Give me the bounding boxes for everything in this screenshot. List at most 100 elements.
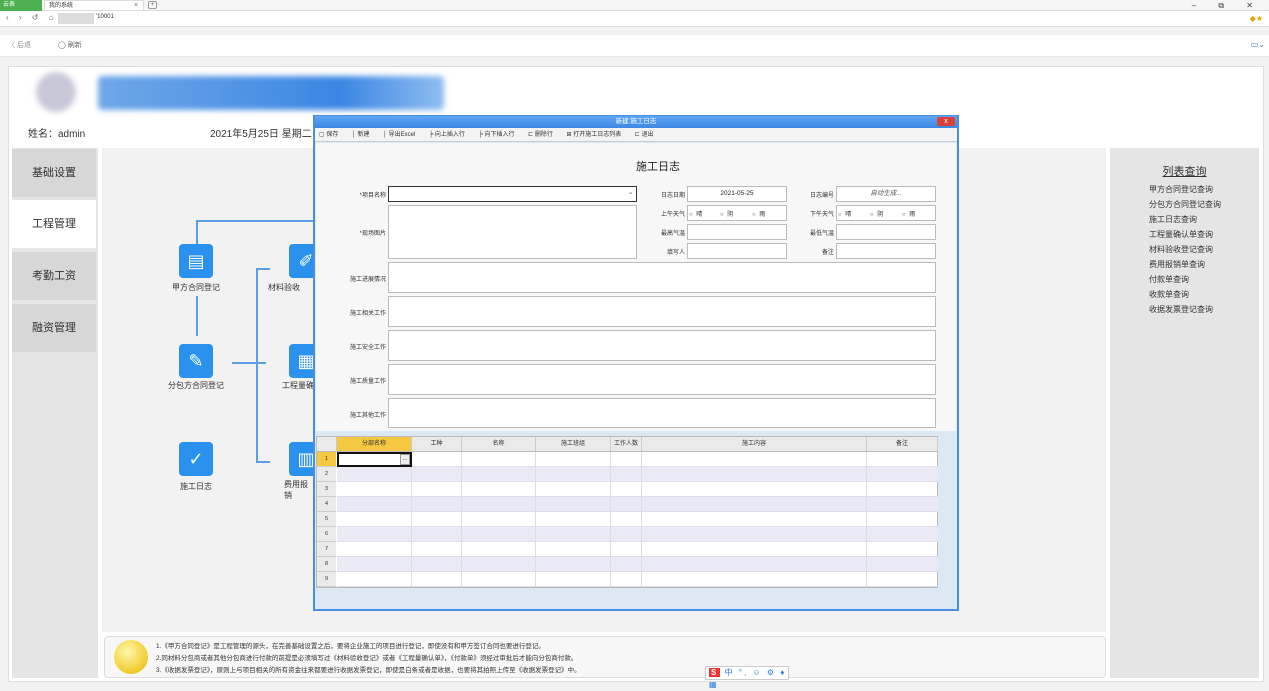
progress-label: 施工进展情况 <box>349 277 386 283</box>
grid-header[interactable]: 分部名称 <box>337 437 412 452</box>
log-date-field[interactable]: 2021-05-25 <box>687 186 787 202</box>
log-no-field[interactable]: 自动生成... <box>836 186 936 202</box>
grid-header[interactable]: 施工班组 <box>536 437 611 452</box>
grid-col-line <box>866 452 867 587</box>
sidebar-item-basic[interactable]: 基础设置 <box>12 149 96 197</box>
table-row[interactable] <box>337 467 938 482</box>
flow-label-material[interactable]: 材料验收 <box>268 282 314 293</box>
export-excel-button[interactable]: │ 导出Excel <box>383 132 421 138</box>
tip-line-3: 3.《收据发票登记》，原则上与项目相关的所有资金往来都要进行收据发票登记，即使是… <box>156 667 581 674</box>
active-tab[interactable]: 我的系统 <box>44 0 144 11</box>
flow-label-party-a[interactable]: 甲方合同登记 <box>156 282 236 293</box>
query-link[interactable]: 分包方合同登记查询 <box>1149 199 1221 210</box>
query-link[interactable]: 施工日志查询 <box>1149 214 1197 225</box>
row-number[interactable]: 8 <box>317 557 336 572</box>
document-check-icon[interactable]: ✓ <box>179 442 213 476</box>
author-field[interactable] <box>687 243 787 259</box>
new-button[interactable]: │ 新建 <box>352 132 375 138</box>
row-number[interactable]: 3 <box>317 482 336 497</box>
pm-weather-sunny[interactable]: ○ 晴 <box>838 209 852 218</box>
grid-header[interactable]: 施工内容 <box>642 437 867 452</box>
menu-icon[interactable]: ▭⌄ <box>1251 40 1265 49</box>
save-button[interactable]: ▢ 保存 <box>319 132 344 138</box>
table-row[interactable] <box>337 452 938 467</box>
query-link[interactable]: 工程量确认单查询 <box>1149 229 1213 240</box>
grid-header[interactable]: 工作人数 <box>611 437 642 452</box>
query-link[interactable]: 费用报销单查询 <box>1149 259 1205 270</box>
sidebar-item-finance[interactable]: 融资管理 <box>12 304 96 352</box>
query-link[interactable]: 甲方合同登记查询 <box>1149 184 1213 195</box>
table-row[interactable] <box>337 512 938 527</box>
document-edit-icon[interactable]: ✎ <box>179 344 213 378</box>
query-link[interactable]: 收据发票登记查询 <box>1149 304 1213 315</box>
table-row[interactable] <box>337 557 938 572</box>
other-work-field[interactable] <box>388 398 936 428</box>
open-list-button[interactable]: ⊞ 打开施工日志列表 <box>567 132 628 138</box>
document-plus-icon[interactable]: ▤ <box>179 244 213 278</box>
dialog-toolbar: ▢ 保存 │ 新建 │ 导出Excel ╞ 向上插入行 ╞ 向下插入行 ⊏ 删除… <box>315 128 957 142</box>
flow-label-quantity[interactable]: 工程量确 <box>282 380 314 391</box>
grid-header[interactable]: 工种 <box>412 437 462 452</box>
nav-arrows-icon[interactable]: ‹ › ↺ ⌂ <box>6 13 58 22</box>
row-number[interactable]: 6 <box>317 527 336 542</box>
back-button[interactable]: 〈 后退 <box>8 40 31 50</box>
sidebar-item-project[interactable]: 工程管理 <box>12 200 96 248</box>
flow-connector <box>196 220 316 222</box>
row-number[interactable]: 9 <box>317 572 336 587</box>
dialog-close-button[interactable]: x <box>937 117 955 126</box>
query-link[interactable]: 付款单查询 <box>1149 274 1189 285</box>
url-redacted[interactable] <box>58 13 94 24</box>
grid-header[interactable]: 名称 <box>462 437 536 452</box>
row-number[interactable]: 5 <box>317 512 336 527</box>
app-tab[interactable]: 云表 <box>0 0 42 11</box>
pm-weather-cloudy[interactable]: ○ 阴 <box>870 209 884 218</box>
table-row[interactable] <box>337 482 938 497</box>
min-temp-field[interactable] <box>836 224 936 240</box>
am-weather-label: 上午天气 <box>660 212 685 218</box>
quality-work-field[interactable] <box>388 364 936 395</box>
extension-icon[interactable]: ◆★ <box>1250 14 1263 23</box>
row-number[interactable]: 7 <box>317 542 336 557</box>
progress-field[interactable] <box>388 262 936 293</box>
safety-work-field[interactable] <box>388 330 936 361</box>
insert-above-button[interactable]: ╞ 向上插入行 <box>429 132 471 138</box>
refresh-button[interactable]: ◯ 刷新 <box>58 40 82 50</box>
row-number[interactable]: 4 <box>317 497 336 512</box>
sidebar-item-attendance[interactable]: 考勤工资 <box>12 252 96 300</box>
ime-toolbar[interactable]: S 中 °, ☺ ⚙ ♦ ▦ <box>705 666 789 689</box>
flow-label-expense[interactable]: 费用报销 <box>284 479 314 501</box>
project-name-select[interactable] <box>388 186 637 202</box>
site-photo-field[interactable] <box>388 205 637 259</box>
cell-picker-button[interactable]: ... <box>400 454 410 465</box>
delete-row-button[interactable]: ⊏ 删除行 <box>528 132 559 138</box>
close-tab-icon[interactable]: × <box>134 0 138 11</box>
tip-line-2: 2.同材料分包商或者其他分包商进行付款的前提是必须填写过《材料验收登记》或者《工… <box>156 655 578 662</box>
max-temp-field[interactable] <box>687 224 787 240</box>
row-number[interactable]: 2 <box>317 467 336 482</box>
new-tab-button[interactable]: + <box>148 1 157 9</box>
flow-label-log[interactable]: 施工日志 <box>156 481 236 492</box>
exit-button[interactable]: ⊏ 退出 <box>635 132 660 138</box>
url-text[interactable]: '10001 <box>96 14 114 20</box>
related-work-field[interactable] <box>388 296 936 327</box>
query-link[interactable]: 收款单查询 <box>1149 289 1189 300</box>
window-controls[interactable]: – ⧉ ✕ <box>1192 1 1263 11</box>
table-row[interactable] <box>337 572 938 587</box>
min-temp-label: 最低气温 <box>809 231 834 237</box>
table-row[interactable] <box>337 542 938 557</box>
grid-col-line <box>535 452 536 587</box>
am-weather-rain[interactable]: ○ 雨 <box>752 209 766 218</box>
table-row[interactable] <box>337 527 938 542</box>
query-link[interactable]: 材料验收登记查询 <box>1149 244 1213 255</box>
grid-col-line <box>610 452 611 587</box>
table-row[interactable] <box>337 497 938 512</box>
am-weather-cloudy[interactable]: ○ 阴 <box>720 209 734 218</box>
am-weather-sunny[interactable]: ○ 晴 <box>689 209 703 218</box>
remark-field[interactable] <box>836 243 936 259</box>
chevron-down-icon[interactable]: ⌄ <box>626 188 635 200</box>
pm-weather-rain[interactable]: ○ 雨 <box>902 209 916 218</box>
flow-label-subcontract[interactable]: 分包方合同登记 <box>156 380 236 391</box>
grid-header[interactable]: 备注 <box>867 437 938 452</box>
insert-below-button[interactable]: ╞ 向下插入行 <box>479 132 521 138</box>
row-number[interactable]: 1 <box>317 452 336 467</box>
